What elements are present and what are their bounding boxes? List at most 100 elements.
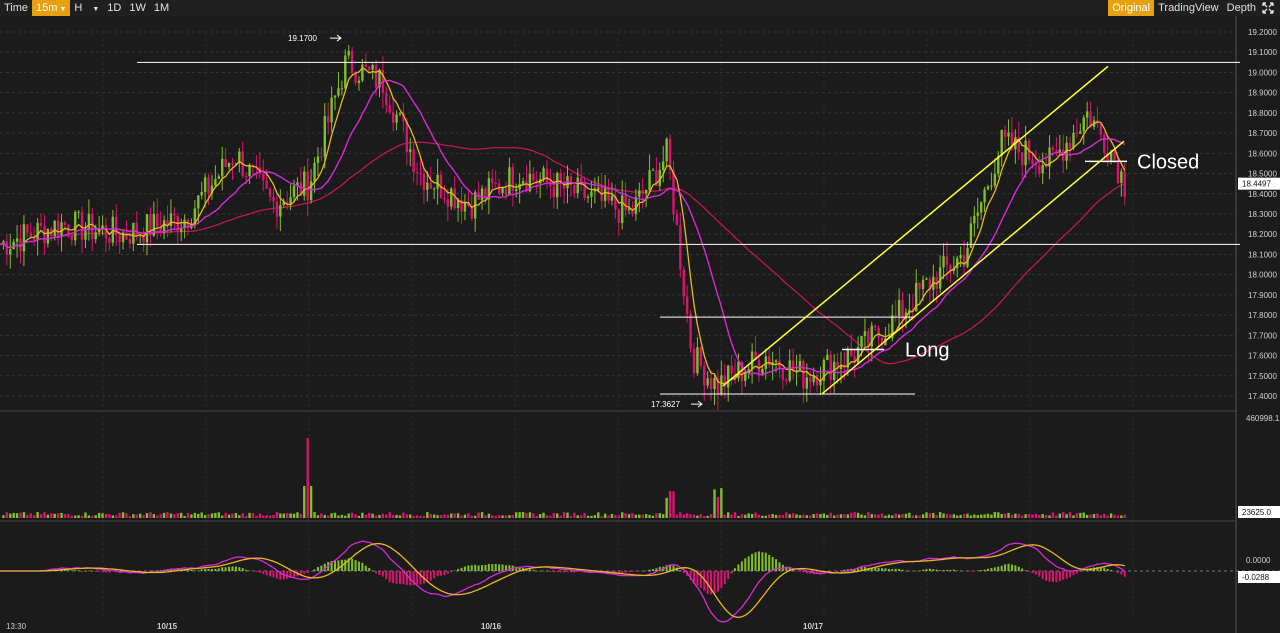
candle-body [586, 196, 590, 199]
volume-bar [655, 513, 658, 518]
macd-histogram-bar [433, 571, 436, 579]
candle-body [56, 220, 60, 237]
candle-body [590, 191, 593, 197]
interval-1d-button[interactable]: 1D [103, 0, 125, 16]
volume-bar [265, 515, 268, 518]
price-tick-label: 19.0000 [1248, 68, 1277, 77]
macd-histogram-bar [621, 571, 624, 573]
macd-histogram-bar [1079, 571, 1082, 572]
macd-histogram-bar [1103, 567, 1106, 571]
candle-body [610, 195, 614, 201]
volume-bar [836, 514, 839, 518]
candle-body [125, 232, 128, 239]
macd-histogram-bar [730, 571, 733, 574]
fullscreen-icon[interactable] [1260, 0, 1276, 16]
volume-bar [179, 512, 183, 518]
macd-histogram-bar [545, 570, 549, 572]
volume-bar [761, 515, 764, 518]
candle-body [781, 368, 785, 380]
candle-body [617, 209, 620, 224]
volume-bar [815, 513, 819, 518]
candle-body [337, 88, 340, 96]
volume-bar [545, 515, 549, 518]
candle-body [1103, 134, 1106, 154]
volume-bar [932, 512, 935, 518]
macd-histogram-bar [563, 571, 566, 573]
interval-1w-button[interactable]: 1W [125, 0, 150, 16]
candle-body [938, 267, 942, 289]
view-tradingview-button[interactable]: TradingView [1154, 0, 1223, 16]
candle-body [344, 55, 347, 89]
candle-body [986, 186, 990, 190]
volume-bar [87, 515, 91, 518]
interval-15m-button[interactable]: 15m ▼ [32, 0, 71, 16]
volume-bar [699, 514, 703, 518]
macd-histogram-bar [723, 571, 726, 585]
volume-bar [1103, 513, 1106, 518]
volume-bar [525, 513, 528, 518]
volume-bar [467, 513, 470, 518]
date-label: 10/17 [803, 622, 824, 631]
interval-h-button[interactable]: H [70, 0, 86, 16]
macd-histogram-bar [720, 571, 723, 589]
volume-bar [74, 515, 77, 518]
macd-histogram-bar [894, 568, 897, 571]
volume-bar [644, 514, 648, 518]
price-chart[interactable]: 19.2000 19.1000 19.0000 18.9000 18.8000 18.70… [0, 16, 1280, 633]
macd-histogram-bar [1113, 571, 1116, 572]
volume-bar [850, 512, 853, 518]
volume-bar [511, 514, 515, 518]
volume-bar [2, 515, 5, 518]
volume-bar [128, 515, 132, 518]
volume-bar [340, 514, 344, 518]
volume-bar [285, 513, 289, 518]
candle-body [976, 212, 979, 216]
view-original-button[interactable]: Original [1108, 0, 1155, 16]
volume-bar [480, 512, 484, 518]
volume-bar [350, 512, 354, 518]
candle-body [651, 169, 655, 171]
volume-bar [733, 512, 737, 518]
volume-bar [966, 513, 969, 518]
macd-histogram-bar [829, 571, 832, 572]
low-price-label: 17.3627 [651, 400, 680, 409]
candle-body [1038, 165, 1041, 174]
candle-body [1072, 132, 1075, 149]
volume-bar [788, 514, 791, 518]
volume-bar [1075, 513, 1079, 518]
macd-histogram-bar [450, 571, 453, 573]
volume-bar [559, 515, 562, 518]
macd-histogram-bar [255, 571, 258, 573]
volume-bar [1055, 515, 1058, 518]
candle-body [5, 241, 9, 255]
interval-more-button[interactable]: ▼ [86, 0, 103, 16]
macd-histogram-bar [1069, 571, 1072, 578]
volume-bar [152, 514, 156, 518]
macd-histogram-bar [375, 571, 378, 574]
volume-bar [983, 514, 986, 518]
volume-bar [415, 515, 419, 518]
volume-bar [22, 512, 26, 518]
macd-histogram-bar [224, 567, 227, 571]
volume-bar [1079, 512, 1082, 518]
macd-histogram-bar [928, 568, 931, 571]
candle-body [303, 171, 306, 196]
candle-body [809, 377, 812, 382]
macd-histogram-bar [1055, 571, 1058, 583]
candle-body [94, 232, 97, 240]
candle-body [409, 149, 412, 153]
macd-histogram-bar [1031, 571, 1034, 574]
interval-1m-button[interactable]: 1M [150, 0, 173, 16]
macd-histogram-bar [371, 570, 374, 571]
view-depth-button[interactable]: Depth [1223, 0, 1260, 16]
volume-bar [1106, 515, 1109, 518]
macd-histogram-bar [1075, 571, 1078, 574]
candle-body [850, 350, 853, 357]
macd-histogram-bar [744, 558, 747, 571]
candle-body [333, 95, 337, 98]
candle-body [556, 173, 559, 198]
candle-body [672, 169, 675, 215]
candle-body [156, 213, 159, 227]
volume-bar [1017, 514, 1020, 518]
macd-histogram-bar [1028, 571, 1031, 572]
